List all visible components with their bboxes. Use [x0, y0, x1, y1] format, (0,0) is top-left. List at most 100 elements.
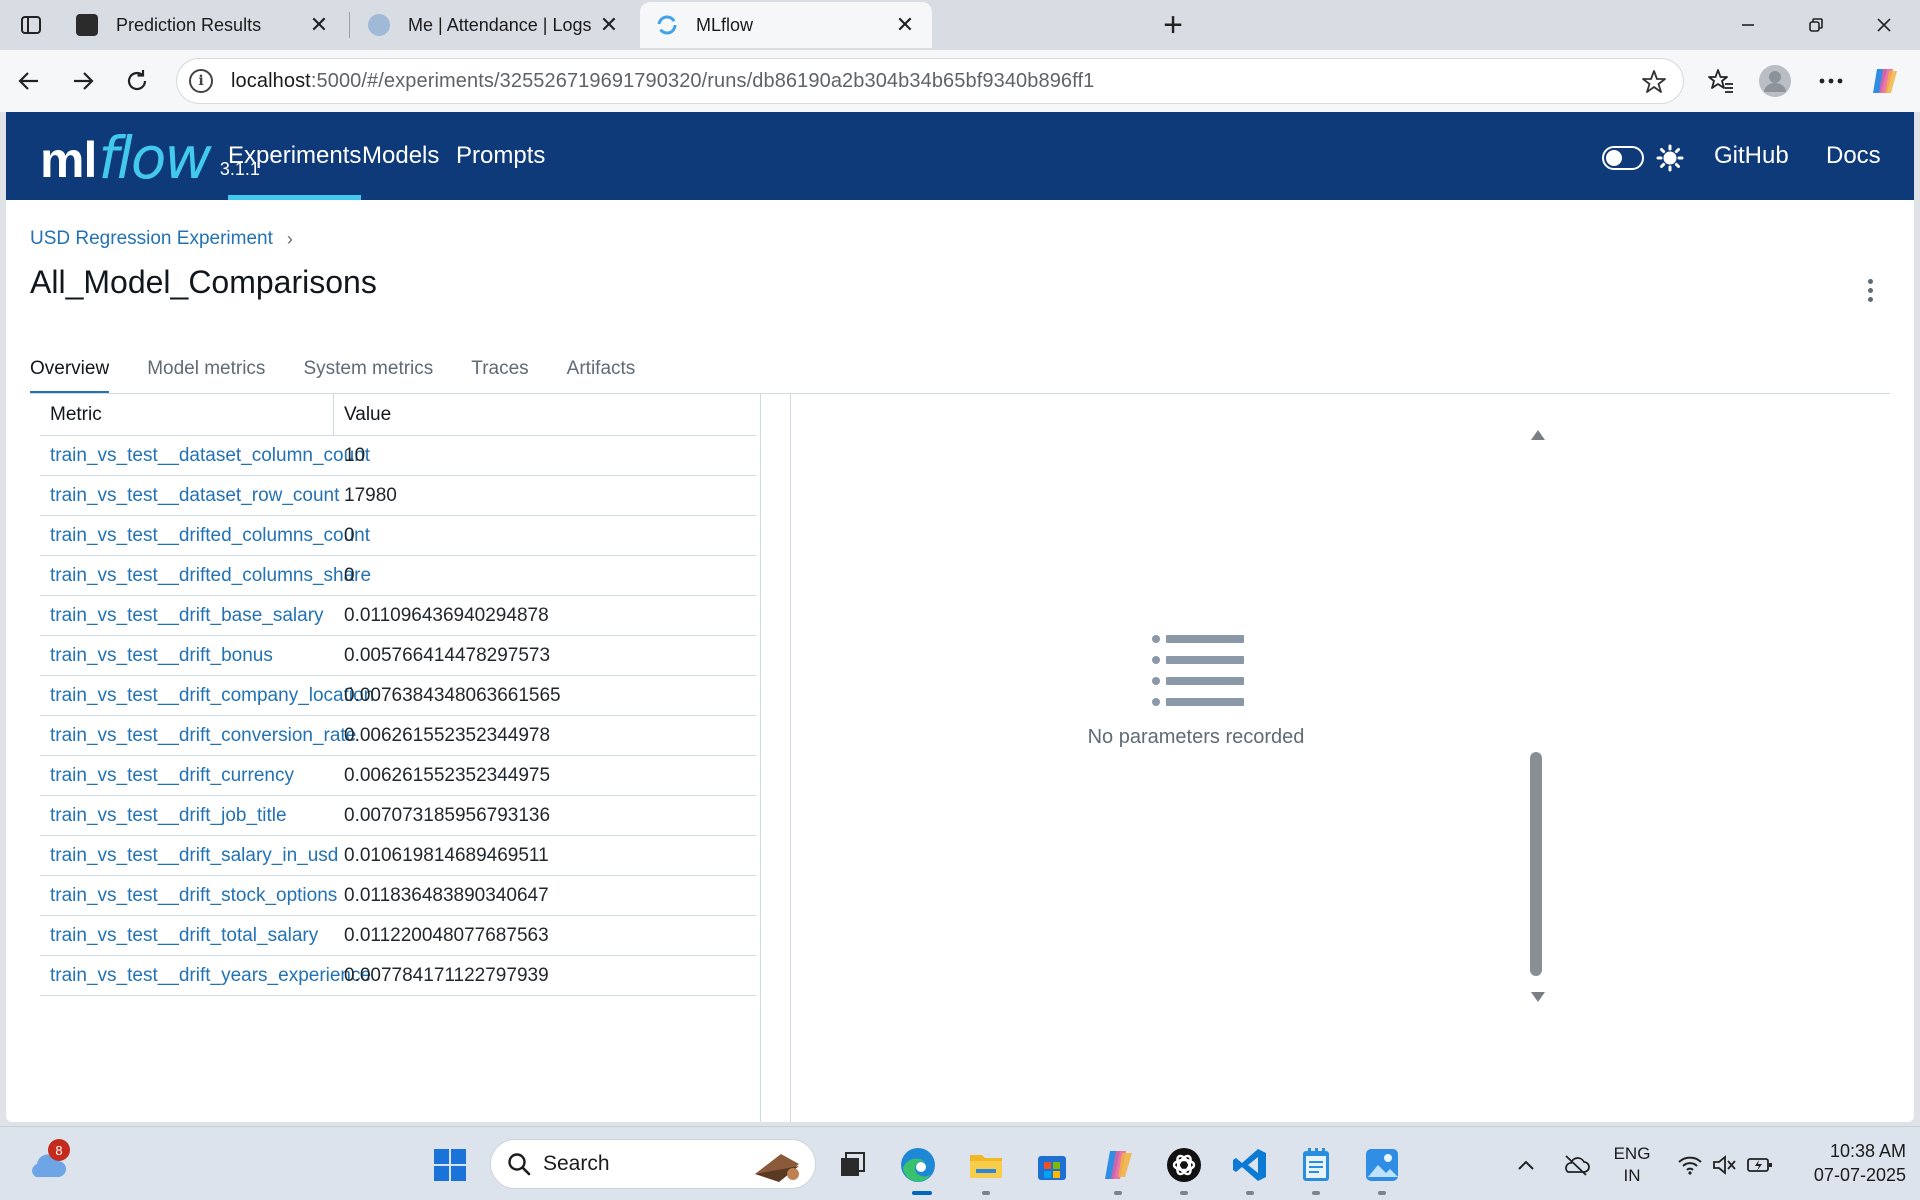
scrollbar-thumb[interactable] [1530, 752, 1542, 976]
system-clock[interactable]: 10:38 AM 07-07-2025 [1796, 1139, 1906, 1187]
copilot-app-icon[interactable] [1098, 1145, 1138, 1185]
mlflow-page: ml flow 3.1.1 Experiments Models Prompts… [6, 112, 1914, 1122]
metric-value: 0.006261552352344978 [344, 724, 551, 746]
breadcrumb: USD Regression Experiment › [30, 228, 293, 250]
metric-name-link[interactable]: train_vs_test__drift_salary_in_usd [40, 845, 338, 867]
breadcrumb-experiment-link[interactable]: USD Regression Experiment [30, 228, 273, 250]
metric-name-link[interactable]: train_vs_test__dataset_column_count [40, 445, 370, 467]
battery-charging-icon[interactable] [1740, 1145, 1780, 1185]
page-title: All_Model_Comparisons [30, 264, 377, 300]
edge-browser-icon[interactable] [898, 1145, 938, 1185]
metric-name-link[interactable]: train_vs_test__drift_bonus [40, 645, 334, 667]
tab-actions-icon[interactable] [8, 8, 54, 42]
app-indicator [1246, 1191, 1254, 1195]
metric-name-link[interactable]: train_vs_test__drift_base_salary [40, 605, 334, 627]
table-row: train_vs_test__drift_currency 0.006261552… [40, 756, 756, 796]
task-view-icon[interactable] [832, 1145, 872, 1185]
close-tab-icon[interactable]: ✕ [894, 12, 916, 37]
metric-value: 0.010619814689469511 [344, 844, 549, 866]
windows-start-icon[interactable] [430, 1145, 470, 1185]
table-row: train_vs_test__drift_bonus 0.005766414478… [40, 636, 756, 676]
metric-name-link[interactable]: train_vs_test__drift_years_experience [40, 965, 371, 987]
more-options-icon[interactable] [1812, 62, 1850, 100]
metric-value: 0.006261552352344975 [344, 764, 551, 786]
tab-overview[interactable]: Overview [30, 344, 110, 394]
address-bar[interactable]: i localhost:5000/#/experiments/325526719… [176, 58, 1684, 104]
metric-value: 0.007073185956793136 [344, 804, 551, 826]
tab-model-metrics[interactable]: Model metrics [147, 344, 265, 394]
metric-name-link[interactable]: train_vs_test__drift_currency [40, 765, 334, 787]
list-icon [1146, 630, 1246, 710]
microsoft-store-icon[interactable] [1032, 1145, 1072, 1185]
close-tab-icon[interactable]: ✕ [308, 12, 330, 37]
metric-name-link[interactable]: train_vs_test__drift_job_title [40, 805, 334, 827]
back-icon[interactable] [8, 60, 50, 102]
run-more-options-icon[interactable] [1858, 272, 1882, 308]
file-explorer-icon[interactable] [966, 1145, 1006, 1185]
tab-traces[interactable]: Traces [471, 344, 528, 394]
metric-value: 0.0076384348063661565 [344, 684, 561, 706]
minimize-icon[interactable] [1714, 0, 1782, 50]
vscode-icon[interactable] [1230, 1145, 1270, 1185]
metric-name-link[interactable]: train_vs_test__drifted_columns_count [40, 525, 370, 547]
github-link[interactable]: GitHub [1714, 112, 1789, 200]
metric-name-link[interactable]: train_vs_test__drift_company_location [40, 685, 374, 707]
scroll-down-arrow-icon[interactable] [1530, 990, 1546, 1004]
metric-value: 10 [344, 444, 366, 466]
new-tab-button[interactable]: + [1154, 6, 1192, 44]
close-window-icon[interactable] [1850, 0, 1918, 50]
metric-name-link[interactable]: train_vs_test__dataset_row_count [40, 485, 339, 507]
sun-icon [1656, 144, 1684, 172]
tab-system-metrics[interactable]: System metrics [303, 344, 433, 394]
site-info-icon[interactable]: i [189, 69, 213, 93]
nav-models[interactable]: Models [362, 112, 439, 200]
language-indicator[interactable]: ENG IN [1604, 1143, 1660, 1187]
metrics-table-header: Metric Value [40, 393, 756, 436]
app-indicator [1180, 1191, 1188, 1195]
profile-avatar-icon[interactable] [1756, 62, 1794, 100]
favorites-icon[interactable] [1702, 62, 1740, 100]
close-tab-icon[interactable]: ✕ [598, 12, 620, 37]
browser-tab-mlflow[interactable]: MLflow ✕ [640, 2, 932, 48]
photos-icon[interactable] [1362, 1145, 1402, 1185]
metric-name-link[interactable]: train_vs_test__drift_total_salary [40, 925, 334, 947]
browser-tab-prediction-results[interactable]: Prediction Results ✕ [60, 2, 346, 48]
chatgpt-icon[interactable] [1164, 1145, 1204, 1185]
metric-name-link[interactable]: train_vs_test__drifted_columns_share [40, 565, 371, 587]
metric-value: 0.011096436940294878 [344, 604, 549, 626]
app-indicator [1114, 1191, 1122, 1195]
onedrive-offline-icon[interactable] [1556, 1145, 1596, 1185]
app-indicator [1378, 1191, 1386, 1195]
notepad-icon[interactable] [1296, 1145, 1336, 1185]
nav-experiments[interactable]: Experiments [228, 112, 362, 200]
table-row: train_vs_test__drift_stock_options 0.0118… [40, 876, 756, 916]
docs-link[interactable]: Docs [1826, 112, 1881, 200]
show-hidden-icons-chevron-icon[interactable] [1506, 1145, 1546, 1185]
panel-divider [760, 394, 761, 1122]
mlflow-header: ml flow 3.1.1 Experiments Models Prompts… [6, 112, 1914, 200]
metric-value: 0.007784171122797939 [344, 964, 549, 986]
mlflow-logo[interactable]: ml flow 3.1.1 [40, 122, 260, 190]
restore-icon[interactable] [1782, 0, 1850, 50]
empty-state-text: No parameters recorded [1087, 726, 1305, 748]
nav-prompts[interactable]: Prompts [456, 112, 545, 200]
chevron-right-icon: › [286, 228, 293, 249]
volume-muted-icon[interactable] [1704, 1145, 1744, 1185]
copilot-icon[interactable] [1866, 62, 1904, 100]
metric-name-link[interactable]: train_vs_test__drift_stock_options [40, 885, 337, 907]
forward-icon[interactable] [62, 60, 104, 102]
table-row: train_vs_test__drift_years_experience 0.0… [40, 956, 756, 996]
browser-tab-attendance[interactable]: Me | Attendance | Logs ✕ [352, 2, 636, 48]
favorite-star-icon[interactable] [1641, 69, 1667, 95]
refresh-icon[interactable] [116, 60, 158, 102]
scroll-up-arrow-icon[interactable] [1530, 428, 1546, 442]
url-text: localhost:5000/#/experiments/32552671969… [231, 69, 1095, 92]
tab-artifacts[interactable]: Artifacts [567, 344, 636, 394]
taskbar: 8 Search ENG IN 10:38 AM 07-07-2025 [0, 1126, 1920, 1200]
run-tabs: Overview Model metrics System metrics Tr… [30, 344, 673, 394]
dark-mode-toggle[interactable] [1602, 146, 1644, 170]
metric-value: 17980 [344, 484, 397, 506]
table-row: train_vs_test__drift_job_title 0.00707318… [40, 796, 756, 836]
taskbar-search-box[interactable]: Search [490, 1139, 816, 1189]
metric-name-link[interactable]: train_vs_test__drift_conversion_rate [40, 725, 356, 747]
